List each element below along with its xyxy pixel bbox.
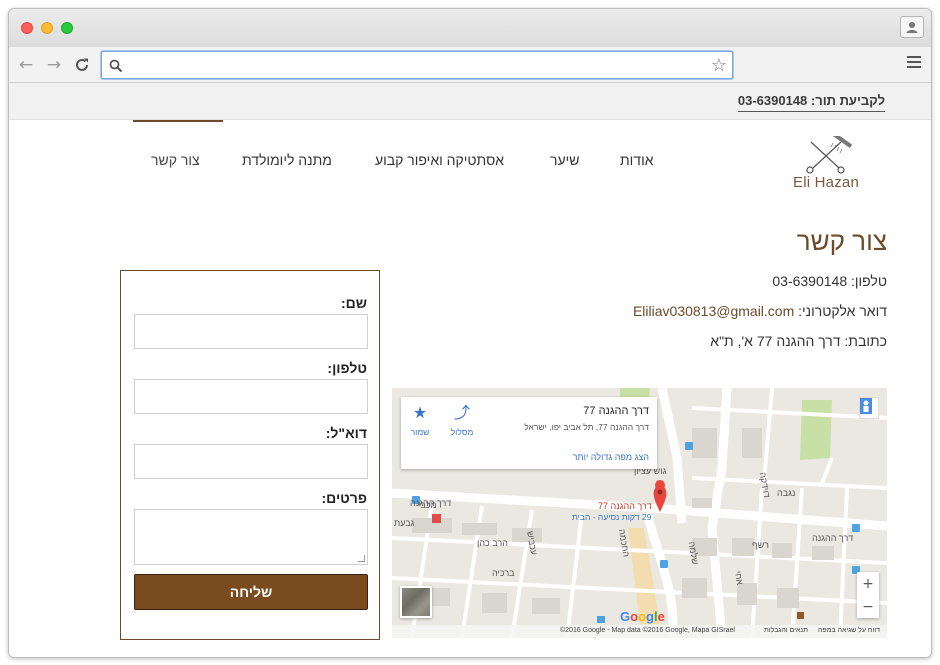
nav-item-contact[interactable]: צור קשר: [151, 152, 200, 168]
name-field[interactable]: [134, 314, 368, 349]
save-label: שמור: [410, 427, 430, 437]
satellite-toggle[interactable]: [400, 586, 432, 618]
route-button[interactable]: ⤴ מסלול: [447, 405, 477, 437]
page-title: צור קשר: [796, 226, 887, 256]
email-info: דואר אלקטרוני: Eliliav030813@gmail.com: [633, 303, 887, 319]
nav-item-aesthetics[interactable]: אסתטיקה ואיפור קבוע: [375, 152, 504, 168]
save-place-button[interactable]: ★ שמור: [405, 405, 435, 437]
submit-button[interactable]: שליחה: [134, 574, 368, 610]
nav-item-about[interactable]: אודות: [620, 152, 654, 168]
map-terms-link[interactable]: תנאים והגבלות: [764, 627, 808, 634]
contact-form: שם: טלפון: דוא"ל: פרטים: שליחה: [120, 270, 380, 640]
map-street-3: נגבה: [777, 488, 796, 498]
details-label: פרטים:: [321, 490, 367, 506]
profile-icon[interactable]: [900, 16, 924, 38]
map-attribution: ©2016 Google - Map data ©2016 Google, Ma…: [560, 627, 735, 634]
pegman-icon[interactable]: [859, 397, 879, 419]
star-icon[interactable]: ☆: [711, 55, 727, 76]
map-street-10: הרב כהן: [477, 538, 508, 548]
site-logo[interactable]: Eli Hazan: [781, 132, 871, 196]
route-icon: ⤴: [453, 405, 470, 422]
nav-item-hair[interactable]: שיער: [550, 152, 579, 168]
phone-field[interactable]: [134, 379, 368, 414]
map-card-address: דרך ההגנה 77, תל אביב יפו, ישראל: [524, 422, 649, 432]
map-poi-maccabi: מכבי: [418, 500, 437, 510]
map-street-11: ברכיה: [492, 568, 515, 578]
site-header: צור קשר מתנה ליומולדת אסתטיקה ואיפור קבו…: [9, 120, 931, 200]
route-label: מסלול: [450, 427, 474, 437]
menu-icon[interactable]: [907, 56, 921, 70]
email-link[interactable]: Eliliav030813@gmail.com: [633, 303, 794, 319]
back-arrow-icon[interactable]: ←: [15, 54, 37, 76]
title-bar: [9, 9, 931, 47]
zoom-out-button[interactable]: −: [857, 595, 879, 618]
scissors-comb-icon: [806, 132, 853, 174]
reload-icon[interactable]: [71, 54, 93, 76]
map-street-13: אחי: [732, 570, 746, 586]
details-textarea[interactable]: [134, 509, 368, 565]
google-logo: Google: [620, 609, 665, 624]
search-icon: [109, 58, 123, 77]
browser-window: ← → ☆ לקביעת תור: 03-6390148 צור קשר מתנ…: [8, 8, 932, 658]
close-window-button[interactable]: [21, 22, 33, 34]
web-page: לקביעת תור: 03-6390148 צור קשר מתנה ליומ…: [9, 83, 931, 657]
phone-info: טלפון: 03-6390148: [772, 273, 887, 289]
logo-text: Eli Hazan: [793, 174, 859, 191]
map-street-12: גבעת: [394, 518, 415, 528]
map-street-6: רשף: [752, 540, 769, 550]
nav-item-birthday-gift[interactable]: מתנה ליומולדת: [242, 152, 332, 168]
email-label: דואר אלקטרוני:: [794, 303, 887, 319]
google-map[interactable]: דרך ההגנה דרך ההגנה נגבה גוש עציון דוידק…: [392, 388, 887, 638]
phone-label: טלפון:: [327, 360, 367, 376]
appointment-phone[interactable]: לקביעת תור: 03-6390148: [737, 93, 885, 112]
email-field[interactable]: [134, 444, 368, 479]
map-attribution-bar: ©2016 Google - Map data ©2016 Google, Ma…: [392, 625, 887, 638]
minimize-window-button[interactable]: [41, 22, 53, 34]
map-pin-sub: 29 דקות נסיעה - הבית: [572, 512, 652, 522]
map-pin-label: דרך ההגנה 77: [598, 501, 652, 511]
name-label: שם:: [340, 295, 367, 311]
email-label-form: דוא"ל:: [325, 425, 367, 441]
address-bar[interactable]: ☆: [101, 51, 733, 79]
top-strip: לקביעת תור: 03-6390148: [9, 83, 931, 120]
forward-arrow-icon[interactable]: →: [43, 54, 65, 76]
map-card-title: דרך ההגנה 77: [583, 405, 649, 417]
star-filled-icon: ★: [412, 405, 428, 422]
zoom-controls: + −: [857, 572, 879, 618]
map-info-card: דרך ההגנה 77 דרך ההגנה 77, תל אביב יפו, …: [401, 397, 657, 469]
browser-toolbar: ← → ☆: [9, 47, 931, 83]
nav-active-indicator: [133, 120, 223, 122]
map-street-2: דרך ההגנה: [812, 533, 854, 543]
map-report-link[interactable]: דווח על שגיאה במפה: [818, 627, 880, 634]
resize-grip-icon[interactable]: [358, 555, 365, 562]
zoom-in-button[interactable]: +: [857, 572, 879, 595]
address-info: כתובת: דרך ההגנה 77 א', ת"א: [710, 333, 887, 349]
map-larger-link[interactable]: הצג מפה גדולה יותר: [573, 452, 649, 462]
maximize-window-button[interactable]: [61, 22, 73, 34]
